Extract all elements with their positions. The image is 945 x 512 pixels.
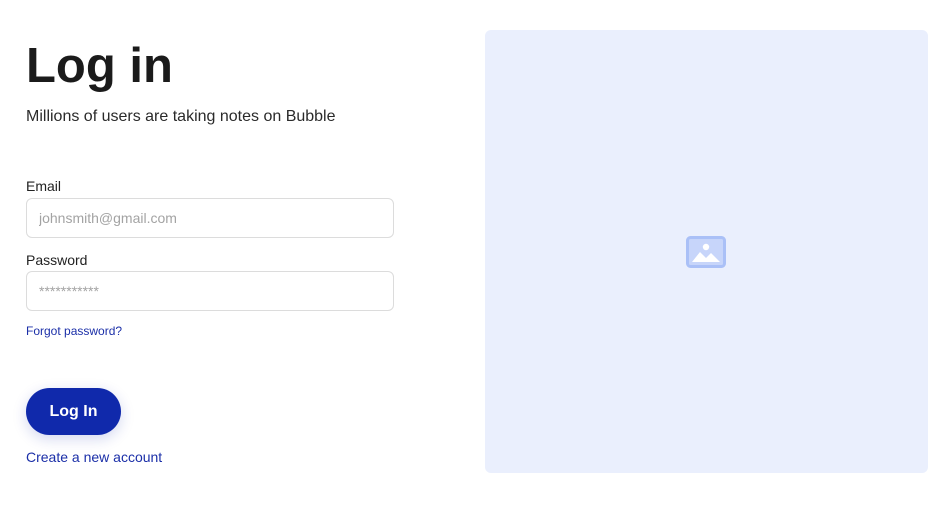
password-field[interactable] (26, 271, 394, 311)
login-page: Log in Millions of users are taking note… (0, 0, 945, 512)
login-button[interactable]: Log In (26, 388, 121, 435)
email-label: Email (26, 178, 62, 194)
page-title: Log in (26, 39, 173, 93)
image-placeholder (485, 30, 928, 473)
forgot-password-link[interactable]: Forgot password? (26, 323, 122, 339)
create-account-link[interactable]: Create a new account (26, 448, 162, 466)
email-field[interactable] (26, 198, 394, 238)
image-icon (686, 236, 726, 268)
page-subtitle: Millions of users are taking notes on Bu… (26, 108, 336, 125)
password-label: Password (26, 252, 88, 268)
